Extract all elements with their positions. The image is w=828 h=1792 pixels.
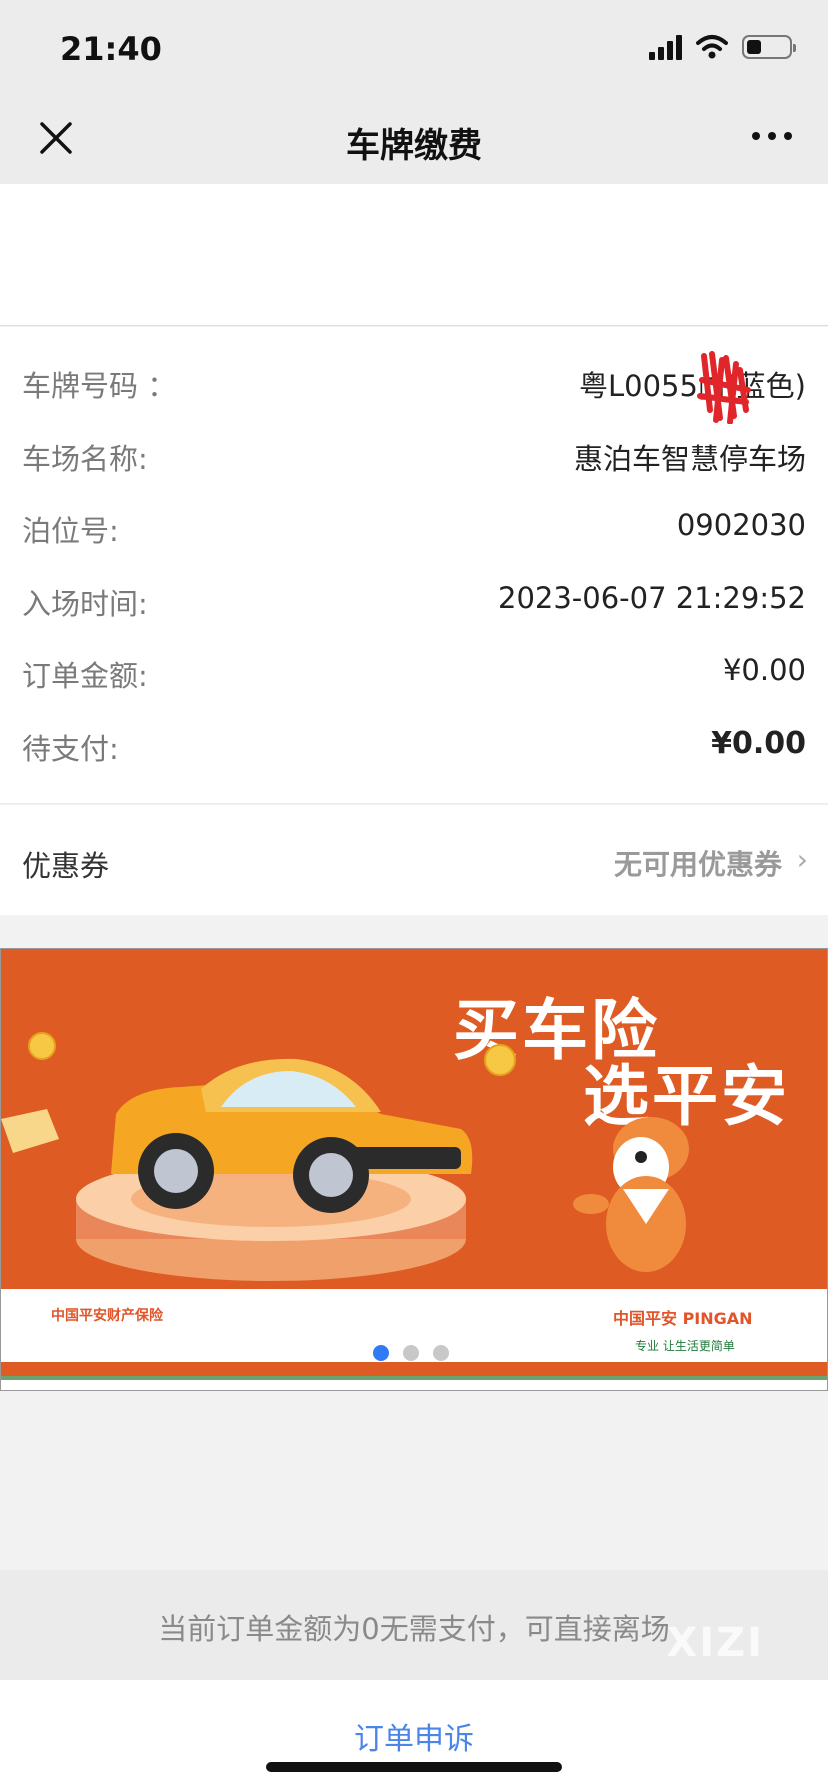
status-bar: 21:40 xyxy=(0,0,828,96)
coin-icon xyxy=(484,1044,516,1076)
parking-lot-label: 车场名称: xyxy=(22,442,148,476)
banner-company-name: 中国平安财产保险 xyxy=(51,1308,163,1324)
order-amount-label: 订单金额: xyxy=(22,659,148,693)
banner-brand-logo: 中国平安 PINGAN xyxy=(613,1309,753,1328)
amount-due-label: 待支付: xyxy=(22,732,119,766)
carousel-dot-1[interactable] xyxy=(373,1345,389,1361)
berth-number-value: 0902030 xyxy=(676,508,806,542)
ticket-icon xyxy=(1,1109,59,1153)
parking-lot-row: 车场名称: 惠泊车智慧停车场 xyxy=(0,418,828,490)
ad-banner[interactable]: 买车险 选平安 中国平安财产保险 中国平安 PINGAN 专业 让生活更简单 xyxy=(0,948,828,1391)
chevron-right-icon: › xyxy=(796,843,808,876)
coin-icon xyxy=(28,1032,56,1060)
watermark: XIZI xyxy=(666,1620,764,1666)
plate-number-value: 粤L0055□(蓝色) xyxy=(579,369,806,403)
car-illustration xyxy=(76,1058,473,1281)
order-appeal-link[interactable]: 订单申诉 xyxy=(0,1714,828,1758)
order-amount-value: ¥0.00 xyxy=(722,653,806,687)
amount-due-value: ¥0.00 xyxy=(711,726,806,761)
coupon-row[interactable]: 优惠券 无可用优惠券 › xyxy=(0,805,828,915)
entry-time-label: 入场时间: xyxy=(22,587,148,621)
mascot-illustration xyxy=(573,1117,689,1272)
battery-icon xyxy=(742,35,796,59)
banner-green-line xyxy=(1,1376,827,1380)
header-spacer xyxy=(0,184,828,326)
entry-time-row: 入场时间: 2023-06-07 21:29:52 xyxy=(0,563,828,635)
redaction-scribble xyxy=(697,351,751,424)
more-icon[interactable] xyxy=(752,132,792,140)
parking-lot-value: 惠泊车智慧停车场 xyxy=(573,442,806,476)
banner-bottom-band xyxy=(1,1362,827,1376)
home-indicator[interactable] xyxy=(266,1762,562,1772)
signal-icon xyxy=(649,34,682,60)
berth-number-row: 泊位号: 0902030 xyxy=(0,490,828,562)
nav-bar: 车牌缴费 xyxy=(0,96,828,184)
entry-time-value: 2023-06-07 21:29:52 xyxy=(498,581,806,615)
berth-number-label: 泊位号: xyxy=(22,514,119,548)
appeal-bar: 订单申诉 xyxy=(0,1680,828,1792)
wifi-icon xyxy=(696,35,728,59)
carousel-dot-3[interactable] xyxy=(433,1345,449,1361)
order-amount-row: 订单金额: ¥0.00 xyxy=(0,635,828,707)
status-icons xyxy=(649,34,796,60)
banner-tagline: 专业 让生活更简单 xyxy=(635,1339,735,1353)
plate-number-label: 车牌号码 ： xyxy=(22,369,177,403)
status-time: 21:40 xyxy=(60,30,162,68)
carousel-indicator[interactable] xyxy=(373,1345,449,1361)
amount-due-row: 待支付: ¥0.00 xyxy=(0,708,828,780)
coupon-value: 无可用优惠券 xyxy=(613,848,782,881)
page-title: 车牌缴费 xyxy=(346,126,482,166)
coupon-label: 优惠券 xyxy=(22,849,110,883)
carousel-dot-2[interactable] xyxy=(403,1345,419,1361)
